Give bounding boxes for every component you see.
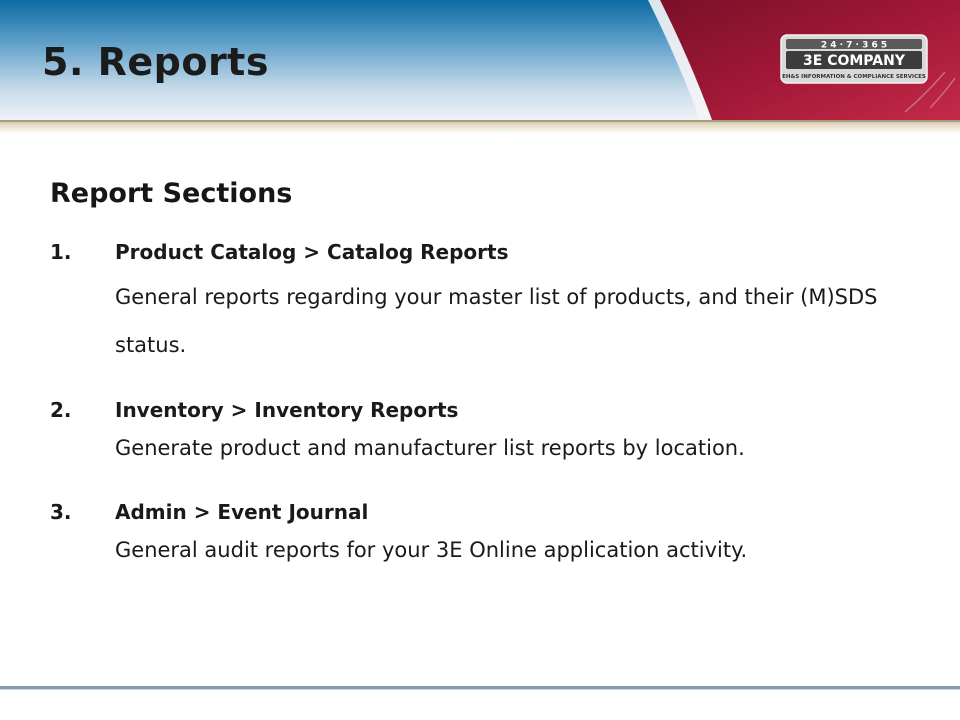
svg-text:3E COMPANY: 3E COMPANY <box>803 53 906 69</box>
footer-divider-highlight <box>0 689 960 690</box>
list-item-description: Generate product and manufacturer list r… <box>115 436 745 460</box>
slide-body: Report Sections 1. Product Catalog > Cat… <box>50 178 920 562</box>
slide-header: 5. Reports 2 4 · 7 · 3 6 5 3E COMPANY EH… <box>0 0 960 120</box>
list-item-title: Admin > Event Journal <box>115 500 369 524</box>
svg-text:2 4 · 7 · 3 6 5: 2 4 · 7 · 3 6 5 <box>821 41 887 51</box>
svg-text:EH&S INFORMATION & COMPLIANCE: EH&S INFORMATION & COMPLIANCE SERVICES <box>782 74 926 80</box>
list-item-number: 3. <box>50 500 72 524</box>
list-item-number: 2. <box>50 398 72 422</box>
company-logo: 2 4 · 7 · 3 6 5 3E COMPANY EH&S INFORMAT… <box>780 34 928 84</box>
section-heading: Report Sections <box>50 178 293 209</box>
slide-title: 5. Reports <box>42 40 269 84</box>
list-item-title: Product Catalog > Catalog Reports <box>115 240 509 264</box>
list-item-description: General reports regarding your master li… <box>115 285 878 357</box>
list-item-description: General audit reports for your 3E Online… <box>115 538 748 562</box>
list-item-number: 1. <box>50 240 72 264</box>
list-item-title: Inventory > Inventory Reports <box>115 398 459 422</box>
header-divider <box>0 120 960 134</box>
